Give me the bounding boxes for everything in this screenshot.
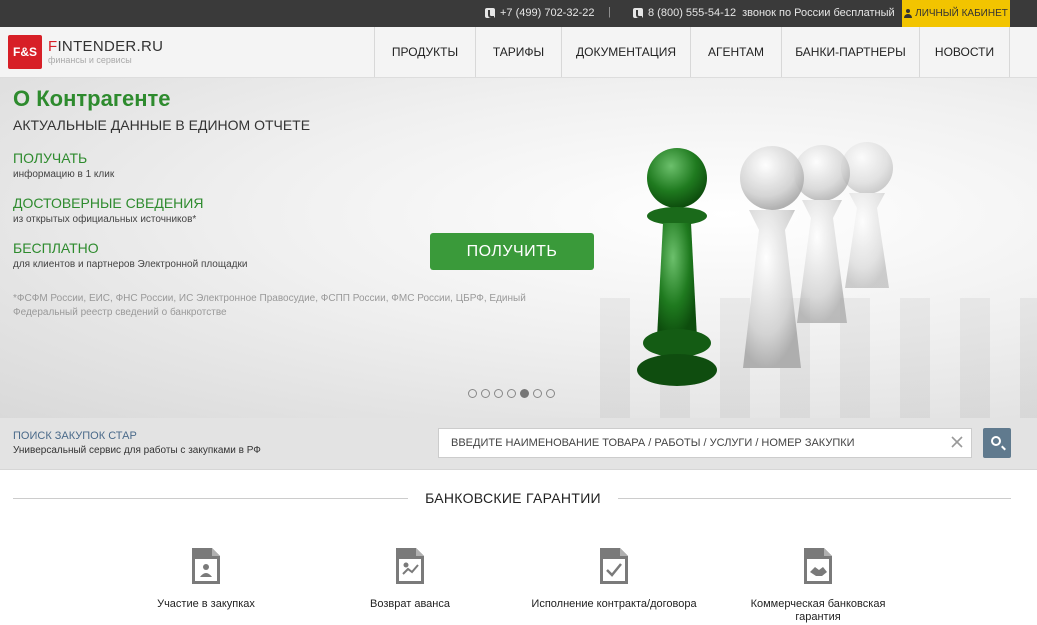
feature-text-get: информацию в 1 клик bbox=[13, 169, 115, 180]
guarantee-tenders-label: Участие в закупках bbox=[157, 598, 255, 610]
feature-heading-get: ПОЛУЧАТЬ bbox=[13, 150, 88, 166]
slider-dot-6[interactable] bbox=[533, 389, 542, 398]
top-bar: +7 (499) 702-32-22 | 8 (800) 555-54-12 з… bbox=[0, 0, 1037, 27]
section-divider-right bbox=[618, 498, 1011, 499]
nav-item-partner-banks[interactable]: БАНКИ-ПАРТНЕРЫ bbox=[781, 27, 919, 77]
slider-dot-7[interactable] bbox=[546, 389, 555, 398]
clear-icon[interactable] bbox=[950, 435, 964, 449]
site-header: F&S FINTENDER.RU финансы и сервисы ПРОДУ… bbox=[0, 27, 1037, 78]
logo-name[interactable]: FINTENDER.RU bbox=[48, 38, 163, 55]
document-money-icon bbox=[396, 548, 424, 584]
section-divider-left bbox=[13, 498, 408, 499]
guarantee-advance-return-label: Возврат аванса bbox=[370, 598, 450, 610]
topbar-separator: | bbox=[608, 6, 611, 18]
procurement-search-input[interactable] bbox=[438, 428, 972, 458]
search-icon bbox=[991, 436, 1001, 446]
slider-dot-4[interactable] bbox=[507, 389, 516, 398]
phone-moscow-number: +7 (499) 702-32-22 bbox=[500, 7, 595, 19]
feature-heading-reliable: ДОСТОВЕРНЫЕ СВЕДЕНИЯ bbox=[13, 195, 204, 211]
hero-subtitle: АКТУАЛЬНЫЕ ДАННЫЕ В ЕДИНОМ ОТЧЕТЕ bbox=[13, 117, 311, 133]
phone-icon bbox=[633, 8, 643, 18]
phone-moscow[interactable]: +7 (499) 702-32-22 bbox=[485, 7, 594, 19]
section-title-bank-guarantees: БАНКОВСКИЕ ГАРАНТИИ bbox=[425, 490, 601, 506]
phone-icon bbox=[485, 8, 495, 18]
search-button[interactable] bbox=[983, 428, 1011, 458]
chess-pawns-image bbox=[637, 142, 893, 386]
personal-cabinet-button[interactable]: ЛИЧНЫЙ КАБИНЕТ bbox=[902, 0, 1010, 27]
nav-item-tariffs[interactable]: ТАРИФЫ bbox=[475, 27, 561, 77]
guarantee-contract-execution[interactable]: Исполнение контракта/договора bbox=[529, 546, 699, 611]
search-section-title[interactable]: ПОИСК ЗАКУПОК СТАР bbox=[13, 430, 137, 442]
get-report-button[interactable]: ПОЛУЧИТЬ bbox=[430, 233, 594, 270]
slider-dot-2[interactable] bbox=[481, 389, 490, 398]
feature-text-reliable: из открытых официальных источников* bbox=[13, 214, 197, 225]
phone-free-number: 8 (800) 555-54-12 bbox=[648, 7, 737, 19]
sources-footnote: *ФСФМ России, ЕИС, ФНС России, ИС Электр… bbox=[13, 293, 526, 318]
guarantee-commercial[interactable]: Коммерческая банковская гарантия bbox=[733, 546, 903, 624]
nav-item-agents[interactable]: АГЕНТАМ bbox=[690, 27, 781, 77]
guarantee-tenders[interactable]: Участие в закупках bbox=[121, 546, 291, 611]
slider-pagination bbox=[468, 389, 559, 398]
phone-free[interactable]: 8 (800) 555-54-12 звонок по России беспл… bbox=[633, 7, 895, 19]
guarantee-commercial-label: Коммерческая банковская гарантия bbox=[750, 598, 886, 623]
guarantee-contract-execution-label: Исполнение контракта/договора bbox=[531, 598, 697, 610]
nav-item-documentation[interactable]: ДОКУМЕНТАЦИЯ bbox=[561, 27, 690, 77]
slider-dot-1[interactable] bbox=[468, 389, 477, 398]
hero-slider: О Контрагенте АКТУАЛЬНЫЕ ДАННЫЕ В ЕДИНОМ… bbox=[0, 78, 1037, 418]
guarantee-advance-return[interactable]: Возврат аванса bbox=[325, 546, 495, 611]
main-nav: ПРОДУКТЫ ТАРИФЫ ДОКУМЕНТАЦИЯ АГЕНТАМ БАН… bbox=[374, 27, 1010, 77]
phone-free-note: звонок по России бесплатный bbox=[742, 7, 895, 19]
nav-item-news[interactable]: НОВОСТИ bbox=[919, 27, 1010, 77]
slider-dot-5[interactable] bbox=[520, 389, 529, 398]
document-check-icon bbox=[600, 548, 628, 584]
user-icon bbox=[904, 9, 913, 18]
hero-title: О Контрагенте bbox=[13, 86, 171, 111]
feature-text-free: для клиентов и партнеров Электронной пло… bbox=[13, 259, 248, 270]
document-handshake-icon bbox=[804, 548, 832, 584]
procurement-search: ПОИСК ЗАКУПОК СТАР Универсальный сервис … bbox=[0, 418, 1037, 470]
document-people-icon bbox=[192, 548, 220, 584]
search-section-subtitle: Универсальный сервис для работы с закупк… bbox=[13, 445, 261, 456]
slider-dot-3[interactable] bbox=[494, 389, 503, 398]
logo-tagline: финансы и сервисы bbox=[48, 55, 132, 65]
logo-mark[interactable]: F&S bbox=[8, 35, 42, 69]
personal-cabinet-label: ЛИЧНЫЙ КАБИНЕТ bbox=[915, 8, 1008, 19]
nav-item-products[interactable]: ПРОДУКТЫ bbox=[374, 27, 475, 77]
feature-heading-free: БЕСПЛАТНО bbox=[13, 240, 99, 256]
